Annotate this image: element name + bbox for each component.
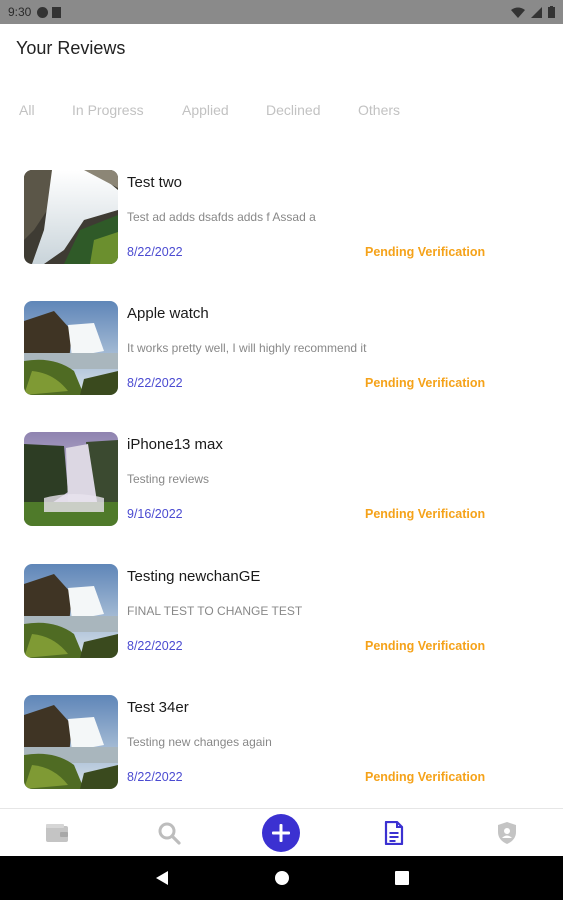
wallet-icon (46, 824, 68, 842)
tab-applied[interactable]: Applied (182, 102, 229, 118)
nav-security[interactable] (477, 809, 537, 857)
review-item[interactable]: Test two Test ad adds dsafds adds f Assa… (24, 168, 504, 266)
review-title: Apple watch (127, 305, 209, 322)
status-badge: Pending Verification (365, 507, 486, 521)
sync-icon (37, 6, 49, 18)
nav-reviews[interactable] (364, 809, 424, 857)
review-thumbnail (24, 301, 118, 395)
page-title: Your Reviews (16, 38, 126, 58)
review-date: 8/22/2022 (127, 245, 183, 259)
review-description: FINAL TEST TO CHANGE TEST (127, 604, 303, 618)
review-item[interactable]: Test 34er Testing new changes again 8/22… (24, 693, 504, 791)
review-thumbnail (24, 695, 118, 789)
status-time: 9:30 (8, 5, 32, 19)
review-item[interactable]: Apple watch It works pretty well, I will… (24, 299, 504, 397)
review-title: Testing newchanGE (127, 568, 261, 585)
review-date: 9/16/2022 (127, 507, 183, 521)
wifi-icon (511, 7, 525, 18)
review-date: 8/22/2022 (127, 376, 183, 390)
tab-others[interactable]: Others (358, 102, 400, 118)
recents-icon (395, 871, 409, 885)
filter-tabs: All In Progress Applied Declined Others (0, 102, 563, 124)
review-title: Test 34er (127, 699, 189, 716)
nav-wallet[interactable] (27, 809, 87, 857)
review-thumbnail (24, 564, 118, 658)
review-title: Test two (127, 174, 183, 191)
nav-search[interactable] (139, 809, 199, 857)
system-nav-bar (0, 856, 563, 900)
review-item[interactable]: iPhone13 max Testing reviews 9/16/2022 P… (24, 430, 504, 528)
bottom-nav (0, 808, 563, 856)
document-icon (384, 821, 404, 845)
review-description: It works pretty well, I will highly reco… (127, 341, 367, 355)
tab-all[interactable]: All (19, 102, 35, 118)
tab-in-progress[interactable]: In Progress (72, 102, 144, 118)
status-badge: Pending Verification (365, 376, 486, 390)
signal-icon (531, 6, 542, 18)
nav-add[interactable] (251, 809, 311, 857)
status-badge: Pending Verification (365, 770, 486, 784)
status-badge: Pending Verification (365, 245, 486, 259)
battery-icon (548, 6, 555, 18)
recents-button[interactable] (382, 856, 422, 900)
review-thumbnail (24, 170, 118, 264)
review-description: Test ad adds dsafds adds f Assad a (127, 210, 316, 224)
review-date: 8/22/2022 (127, 770, 183, 784)
status-right (511, 6, 555, 18)
status-bar: 9:30 (0, 0, 563, 24)
home-icon (275, 871, 289, 885)
status-badge: Pending Verification (365, 639, 486, 653)
plus-icon (272, 824, 290, 842)
sim-icon (52, 6, 62, 18)
review-date: 8/22/2022 (127, 639, 183, 653)
search-icon (158, 822, 181, 845)
review-description: Testing reviews (127, 472, 210, 486)
home-button[interactable] (262, 856, 302, 900)
review-title: iPhone13 max (127, 436, 223, 453)
tab-declined[interactable]: Declined (266, 102, 320, 118)
back-icon (156, 871, 168, 885)
back-button[interactable] (142, 856, 182, 900)
add-review-button[interactable] (262, 814, 300, 852)
review-item[interactable]: Testing newchanGE FINAL TEST TO CHANGE T… (24, 562, 504, 660)
review-description: Testing new changes again (127, 735, 272, 749)
shield-icon (498, 822, 516, 844)
review-thumbnail (24, 432, 118, 526)
